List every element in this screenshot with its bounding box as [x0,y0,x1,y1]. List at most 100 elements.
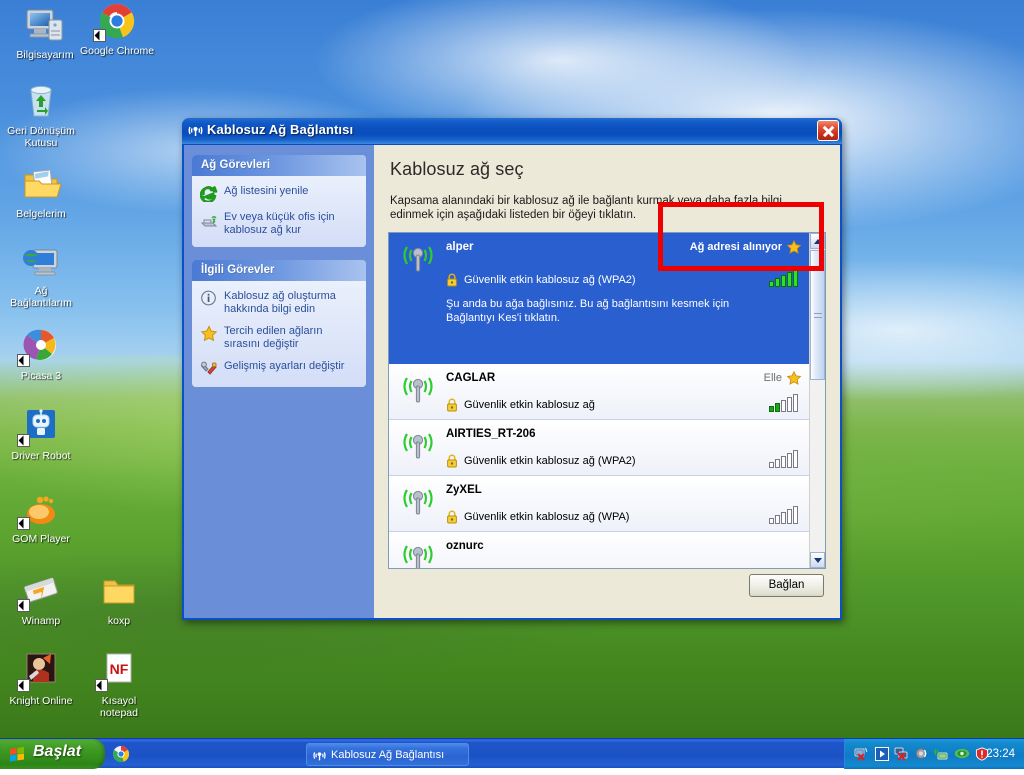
network-list-item-oznurc[interactable]: oznurc [389,532,810,568]
task-item-change-preferred-order[interactable]: Tercih edilen ağların sırasını değiştir [200,325,358,351]
signal-bar [781,400,786,412]
tray-icon-list [854,746,989,766]
desktop-background[interactable]: Bilgisayarım Google Chrome Geri Dönüşüm … [0,0,1024,775]
signal-bar [787,509,792,524]
window-titlebar[interactable]: Kablosuz Ağ Bağlantısı [182,118,842,145]
signal-bar [787,272,792,287]
refresh-icon [199,185,218,204]
desktop-icon-picasa-3[interactable]: Picasa 3 [2,325,80,383]
desktop-icon-driver-robot[interactable]: Driver Robot [2,405,80,463]
network-disconnected-icon[interactable] [854,746,870,766]
start-button-label: Başlat [33,743,82,760]
tools-icon [200,360,218,377]
task-group-related-tasks: İlgili Görevler Kablosuz ağ oluşturma ha… [192,260,366,387]
gom-icon [17,488,65,532]
desktop-icon-label: Google Chrome [79,45,155,57]
folder-icon [95,570,143,614]
close-button[interactable] [817,120,839,141]
network-list[interactable]: alper Ağ adresi alınıyor Güvenlik etkin … [388,232,826,569]
signal-bar [769,406,774,412]
wireless-signal-icon [399,241,437,277]
network-disconnected-icon[interactable] [894,746,910,766]
desktop-icon-bilgisayarim[interactable]: Bilgisayarım [6,4,84,62]
task-item-refresh-network-list[interactable]: Ağ listesini yenile [199,185,358,204]
network-connection-description: Şu anda bu ağa bağlısınız. Bu ağ bağlant… [446,298,730,324]
info-icon [200,290,218,307]
network-list-item-zyxel[interactable]: ZyXEL Güvenlik etkin kablosuz ağ (WPA) [389,476,810,532]
network-list-item-alper[interactable]: alper Ağ adresi alınıyor Güvenlik etkin … [389,233,810,364]
network-ssid: oznurc [446,540,484,552]
desktop-icon-kisayol-notepad[interactable]: NF Kısayol notepad [80,650,158,719]
scrollbar-thumb[interactable] [810,250,825,380]
wireless-network-window[interactable]: Kablosuz Ağ Bağlantısı Ağ Görevleri Ağ l… [182,118,842,620]
signal-strength-bars [769,506,803,524]
taskbar[interactable]: Başlat Kablosuz Ağ Bağlantısı 23:24 [0,738,1024,769]
wizard-icon [200,211,218,228]
signal-bar [781,275,786,287]
signal-bar [781,456,786,468]
folder-docs-icon [17,163,65,207]
quick-launch-chrome[interactable] [112,745,142,765]
connect-button[interactable]: Bağlan [749,574,824,597]
shortcut-overlay-icon [17,354,30,367]
shortcut-overlay-icon [95,679,108,692]
desktop-icon-label: koxp [107,615,131,627]
task-item-label: Ev veya küçük ofis için kablosuz ağ kur [224,211,335,236]
desktop-icon-label: Belgelerim [16,208,66,220]
desktop-icon-koxp[interactable]: koxp [80,570,158,628]
desktop-icon-knight-online[interactable]: Knight Online [2,650,80,708]
task-item-label: Tercih edilen ağların sırasını değiştir [224,325,323,350]
network-security-line: Güvenlik etkin kablosuz ağ [446,398,595,412]
wireless-icon [187,122,204,139]
task-group-title: İlgili Görevler [192,260,366,281]
network-list-item-caglar[interactable]: CAGLAR Elle Güvenlik etkin kablosuz ağ [389,364,810,420]
media-play-icon[interactable] [875,746,889,766]
desktop-icon-google-chrome[interactable]: Google Chrome [78,0,156,58]
desktop-icon-belgelerim[interactable]: Belgelerim [2,163,80,221]
signal-bar [781,512,786,524]
task-item-label: Ağ listesini yenile [224,185,309,197]
wireless-icon [312,748,327,763]
scroll-up-button[interactable] [810,233,825,249]
wireless-tray-icon[interactable] [934,747,949,766]
scroll-down-button[interactable] [810,552,825,568]
desktop-icon-ag-baglantilarim[interactable]: Ağ Bağlantılarım [2,240,80,309]
task-item-label: Gelişmiş ayarları değiştir [224,360,345,372]
network-ssid: AIRTIES_RT-206 [446,428,536,440]
network-security-text: Güvenlik etkin kablosuz ağ (WPA2) [464,455,636,467]
network-security-text: Güvenlik etkin kablosuz ağ (WPA) [464,511,630,523]
task-item-learn-about-wireless[interactable]: Kablosuz ağ oluşturma hakkında bilgi edi… [200,290,358,316]
signal-bar [793,269,798,287]
desktop-icon-gom-player[interactable]: GOM Player [2,488,80,546]
desktop-icon-geri-donusum-kutusu[interactable]: Geri Dönüşüm Kutusu [2,80,80,149]
desktop-icon-winamp[interactable]: Winamp [2,570,80,628]
task-group-body: Ağ listesini yenile Ev veya küçük ofis i… [192,176,366,247]
start-button[interactable]: Başlat [0,739,105,769]
network-security-line: Güvenlik etkin kablosuz ağ (WPA2) [446,273,636,287]
lock-icon [446,273,458,287]
taskbar-clock[interactable]: 23:24 [986,746,1015,762]
wireless-signal-icon [399,428,437,464]
lock-icon [446,398,458,412]
volume-icon[interactable] [915,747,929,766]
preferred-star-icon [786,239,802,255]
network-security-line: Güvenlik etkin kablosuz ağ (WPA2) [446,454,636,468]
taskbar-item-kablosuz-ag-baglantisi[interactable]: Kablosuz Ağ Bağlantısı [306,743,469,766]
desktop-icon-label: Picasa 3 [20,370,62,382]
nvidia-icon[interactable] [954,747,970,765]
signal-bar [769,518,774,524]
robot-icon [17,405,65,449]
task-item-change-advanced-settings[interactable]: Gelişmiş ayarları değiştir [200,360,358,377]
svg-text:NF: NF [110,661,129,677]
windows-flag-icon [9,746,26,763]
task-item-setup-wireless-network[interactable]: Ev veya küçük ofis için kablosuz ağ kur [200,211,358,237]
network-list-inner: alper Ağ adresi alınıyor Güvenlik etkin … [389,233,810,568]
vertical-scrollbar[interactable] [809,233,825,568]
network-list-item-airties-rt-206[interactable]: AIRTIES_RT-206 Güvenlik etkin kablosuz a… [389,420,810,476]
recycle-bin-icon [17,80,65,124]
network-ssid: CAGLAR [446,372,496,384]
chrome-icon [93,0,141,44]
signal-bar [793,394,798,412]
network-icon [17,240,65,284]
content-pane: Kablosuz ağ seç Kapsama alanındaki bir k… [374,145,840,618]
